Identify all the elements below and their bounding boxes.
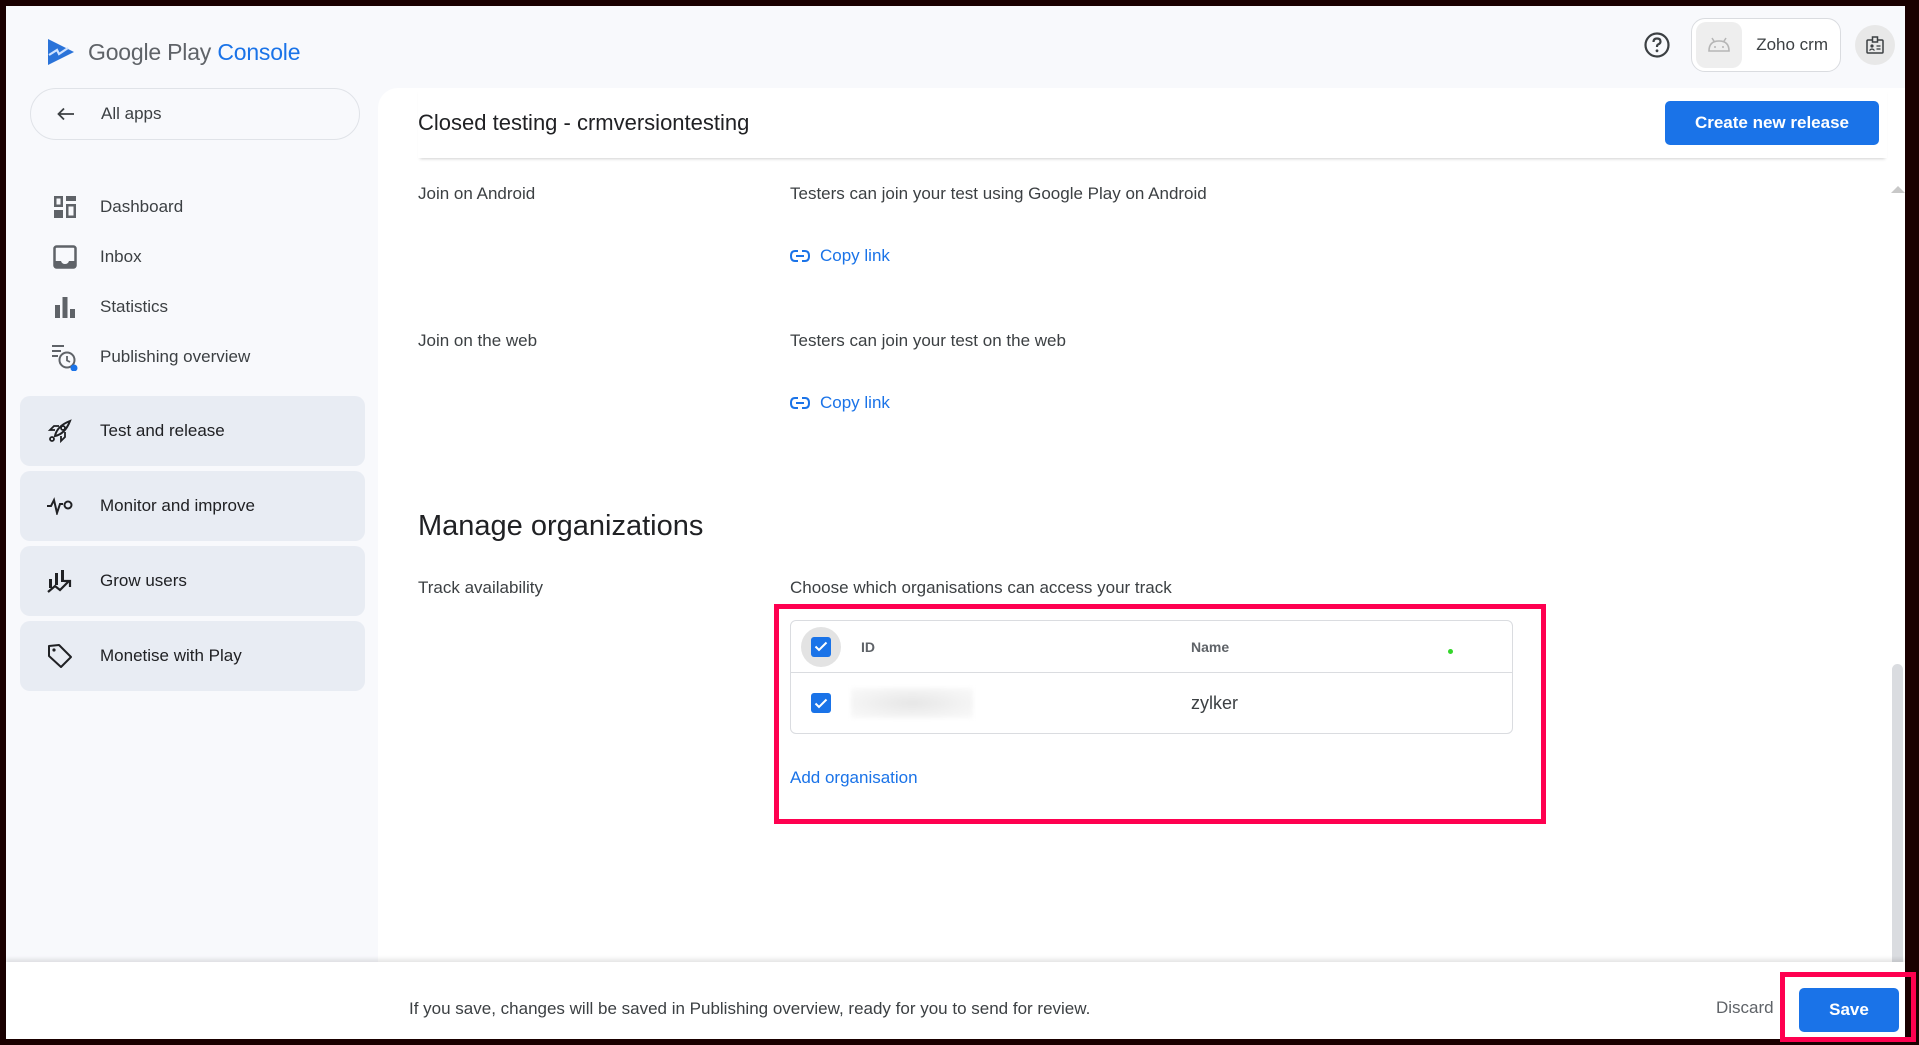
- app-name: Zoho crm: [1756, 35, 1828, 54]
- join-web-label: Join on the web: [418, 331, 538, 350]
- sidebar-group-label: Monetise with Play: [100, 646, 242, 665]
- tag-icon: [20, 643, 100, 669]
- footer-message: If you save, changes will be saved in Pu…: [409, 999, 1091, 1018]
- manage-organizations-title: Manage organizations: [418, 510, 704, 542]
- row-checkbox[interactable]: [801, 683, 841, 723]
- track-availability-description: Choose which organisations can access yo…: [790, 578, 1172, 597]
- checkbox-checked-icon: [811, 693, 831, 713]
- play-console-logo-icon: [48, 39, 74, 65]
- sidebar-item-label: Publishing overview: [100, 347, 251, 366]
- bar-chart-icon: [30, 296, 100, 318]
- link-icon: [790, 397, 810, 409]
- add-organisation-link[interactable]: Add organisation: [790, 768, 918, 788]
- main-content: Closed testing - crmversiontesting Creat…: [378, 88, 1905, 1039]
- copy-link-android[interactable]: Copy link: [790, 246, 890, 266]
- copy-link-label: Copy link: [820, 393, 890, 412]
- help-icon: [1644, 32, 1670, 58]
- sidebar-item-monitor-and-improve[interactable]: Monitor and improve: [20, 471, 365, 541]
- sidebar-nav: Dashboard Inbox Statistics Publishing ov…: [30, 182, 370, 382]
- sidebar-group-label: Grow users: [100, 571, 187, 590]
- organisations-table: ID Name zylker: [790, 620, 1513, 734]
- sidebar-item-monetise-with-play[interactable]: Monetise with Play: [20, 621, 365, 691]
- checkbox-checked-icon: [811, 636, 831, 657]
- join-web-description: Testers can join your test on the web: [790, 331, 1066, 350]
- join-android-description: Testers can join your test using Google …: [790, 184, 1207, 203]
- sidebar-group-label: Test and release: [100, 421, 225, 440]
- sidebar-item-grow-users[interactable]: Grow users: [20, 546, 365, 616]
- table-row: zylker: [791, 673, 1512, 733]
- save-footer-bar: If you save, changes will be saved in Pu…: [6, 962, 1905, 1039]
- scroll-up-arrow-icon[interactable]: [1891, 186, 1905, 193]
- play-console-logo[interactable]: Google Play Console: [46, 32, 301, 72]
- android-app-icon: [1696, 22, 1743, 68]
- create-new-release-button[interactable]: Create new release: [1664, 101, 1879, 145]
- sidebar-item-statistics[interactable]: Statistics: [30, 282, 370, 332]
- organisation-name: zylker: [1191, 692, 1239, 713]
- app-window: Google Play Console Zoho crm All apps Da…: [6, 6, 1905, 1039]
- status-dot: [1448, 649, 1453, 654]
- track-availability-label: Track availability: [418, 578, 544, 597]
- sidebar-item-inbox[interactable]: Inbox: [30, 232, 370, 282]
- link-icon: [790, 250, 810, 262]
- sidebar-item-label: Dashboard: [100, 197, 184, 216]
- copy-link-label: Copy link: [820, 246, 890, 265]
- dashboard-icon: [30, 195, 100, 219]
- all-apps-label: All apps: [101, 104, 162, 123]
- sidebar-group-label: Monitor and improve: [100, 496, 255, 515]
- column-header-name[interactable]: Name: [1191, 639, 1229, 655]
- logo-text: Google Play Console: [88, 38, 301, 65]
- help-button[interactable]: [1637, 25, 1677, 65]
- sidebar-item-label: Inbox: [100, 247, 142, 266]
- column-header-id[interactable]: ID: [861, 639, 875, 655]
- arrow-back-icon: [31, 107, 101, 121]
- account-button[interactable]: [1855, 25, 1895, 65]
- copy-link-web[interactable]: Copy link: [790, 393, 890, 413]
- sidebar-item-dashboard[interactable]: Dashboard: [30, 182, 370, 232]
- publishing-overview-icon: [30, 343, 100, 371]
- organisation-id-redacted: [851, 688, 973, 718]
- select-all-checkbox[interactable]: [801, 626, 841, 667]
- table-header: ID Name: [791, 621, 1512, 673]
- grow-chart-icon: [20, 569, 100, 593]
- inbox-icon: [30, 245, 100, 269]
- page-header: Closed testing - crmversiontesting Creat…: [418, 88, 1887, 158]
- sidebar-item-label: Statistics: [100, 297, 169, 316]
- discard-button[interactable]: Discard: [1716, 998, 1774, 1018]
- developer-account-icon: [1866, 36, 1884, 54]
- vitals-icon: [20, 497, 100, 515]
- all-apps-button[interactable]: All apps: [30, 88, 360, 140]
- sidebar-item-test-and-release[interactable]: Test and release: [20, 396, 365, 466]
- rocket-icon: [20, 418, 100, 444]
- save-button[interactable]: Save: [1799, 988, 1899, 1032]
- join-android-label: Join on Android: [418, 184, 536, 203]
- app-selector[interactable]: Zoho crm: [1691, 18, 1841, 72]
- sidebar-item-publishing-overview[interactable]: Publishing overview: [30, 332, 370, 382]
- sidebar-groups: Test and release Monitor and improve Gro…: [20, 396, 365, 691]
- page-title: Closed testing - crmversiontesting: [418, 110, 750, 135]
- header-actions: Zoho crm: [1637, 18, 1895, 72]
